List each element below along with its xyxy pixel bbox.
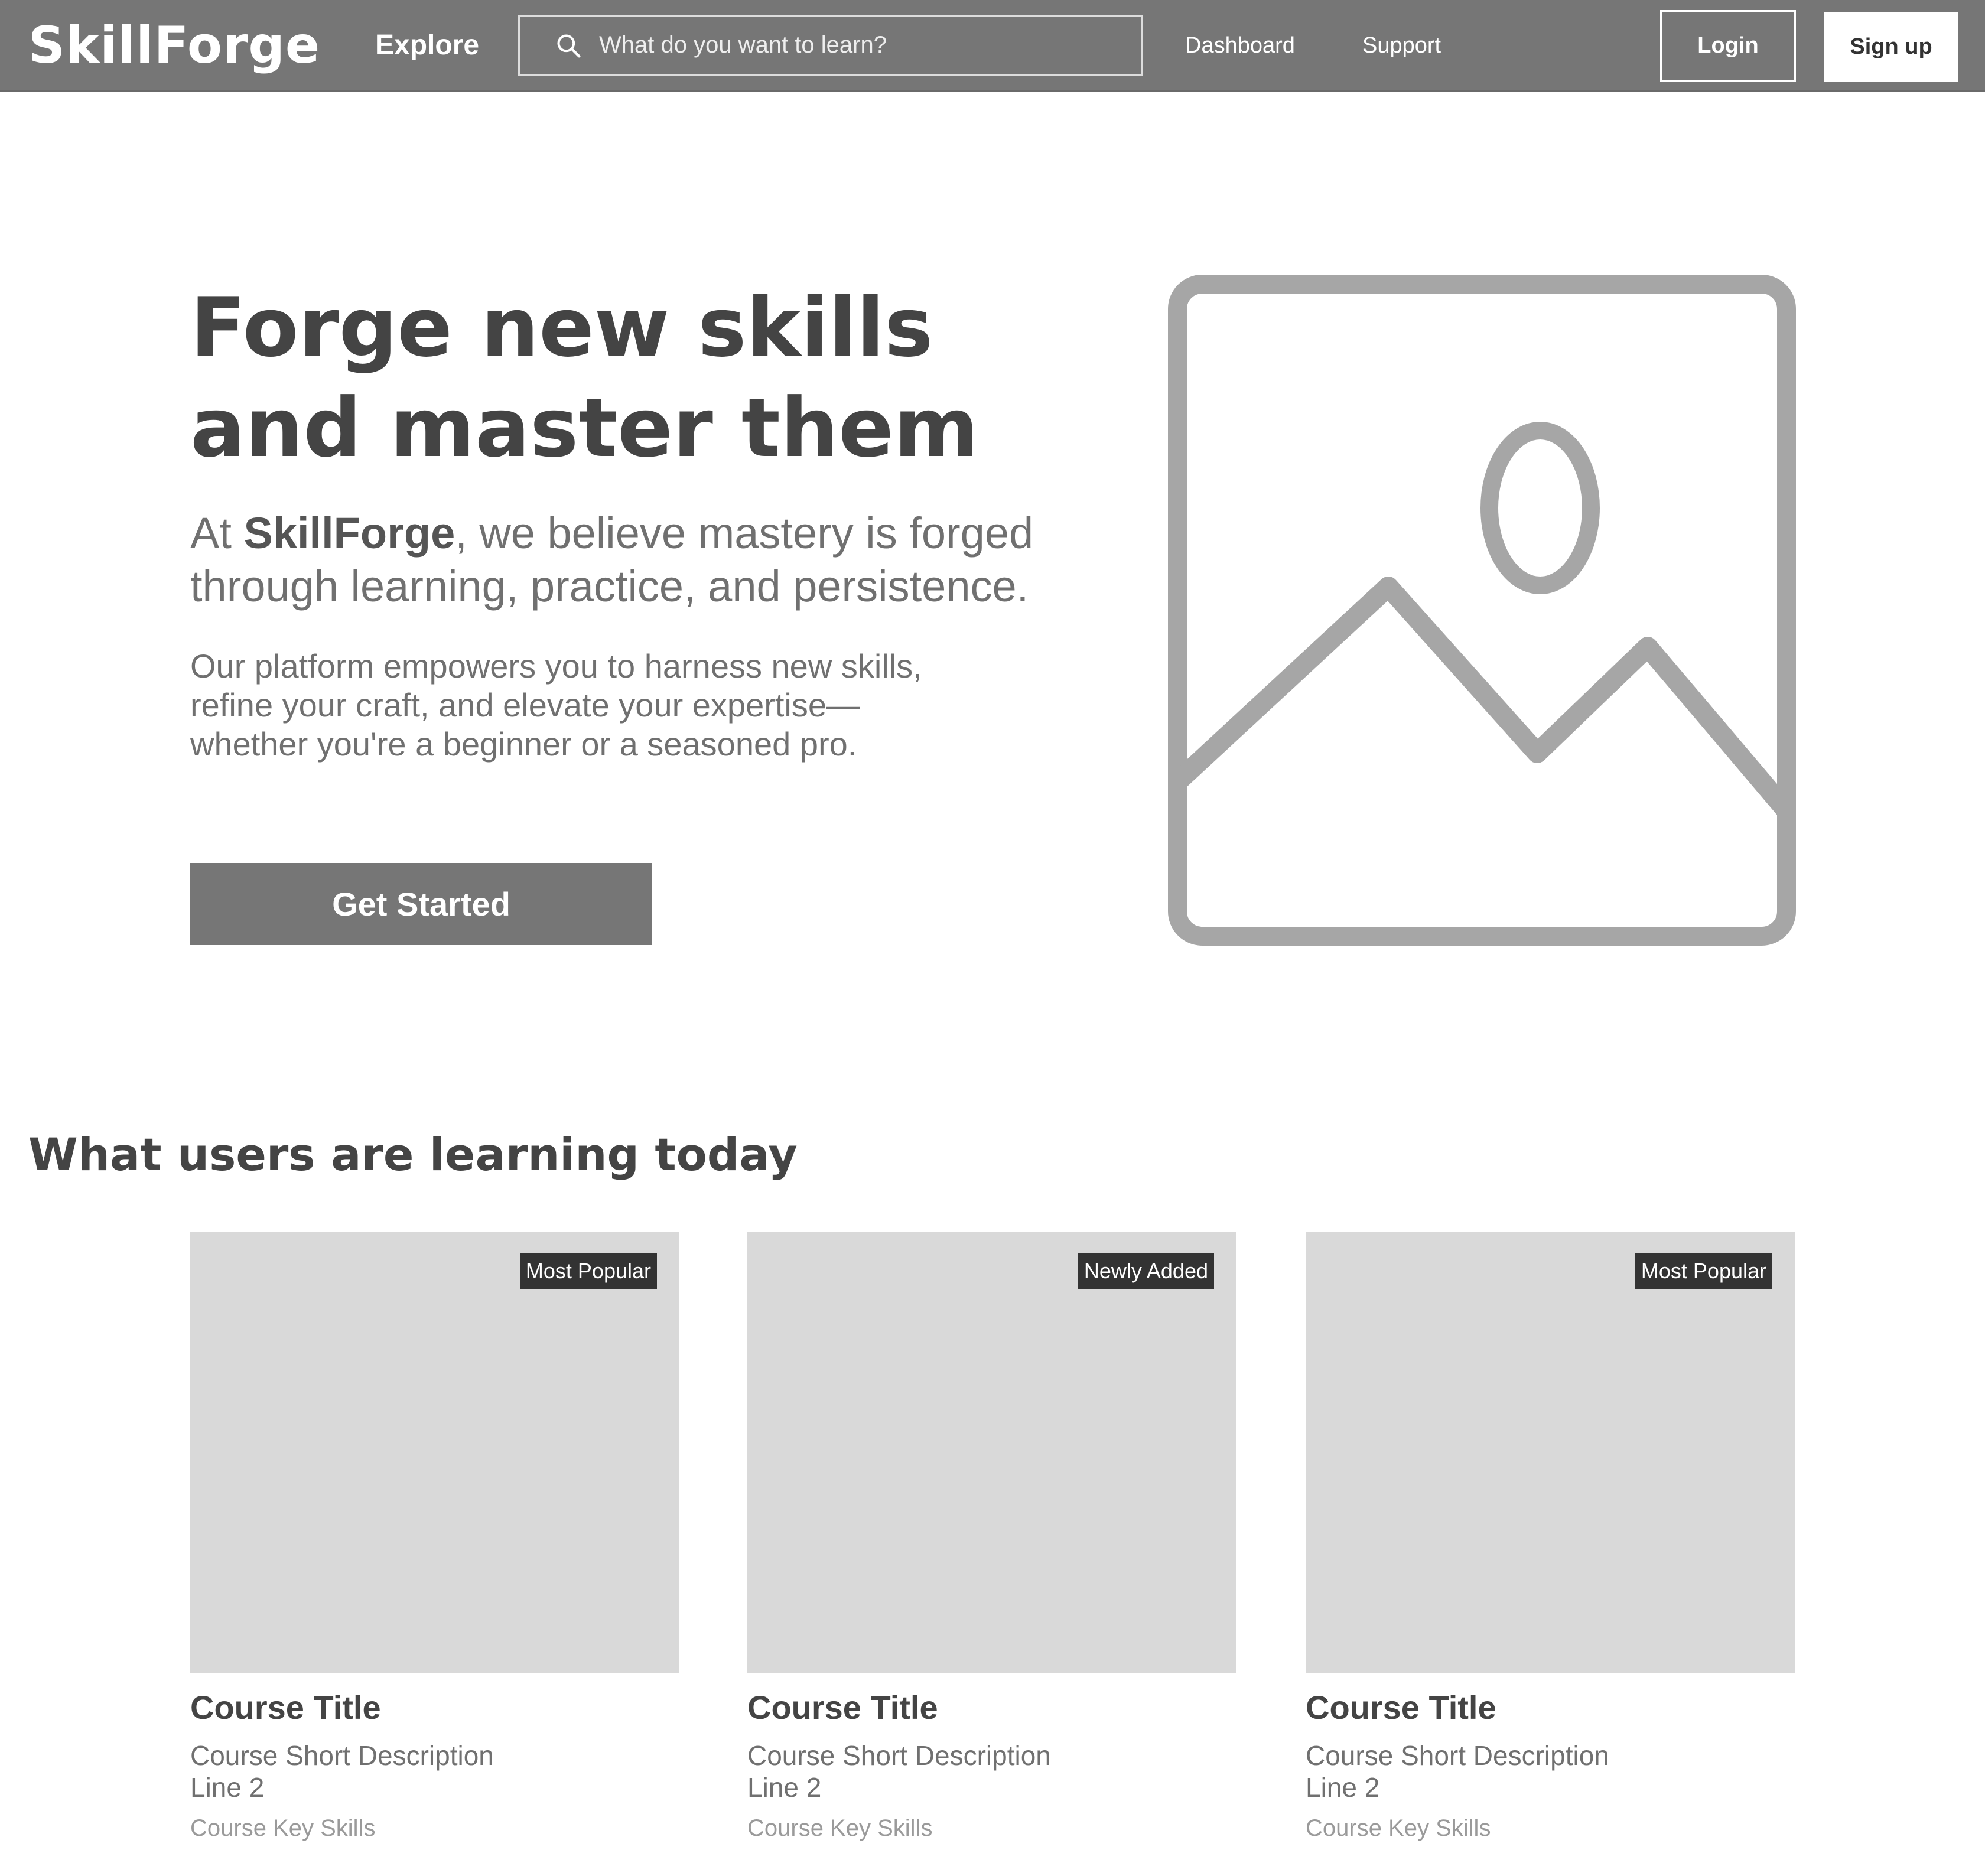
dashboard-link[interactable]: Dashboard <box>1185 24 1295 67</box>
support-link[interactable]: Support <box>1362 24 1441 67</box>
course-card[interactable]: Most Popular Course Title Course Short D… <box>1306 1232 1795 1846</box>
course-description: Course Short Description Line 2 <box>747 1740 1051 1803</box>
course-title[interactable]: Course Title <box>747 1684 1236 1731</box>
course-description: Course Short Description Line 2 <box>190 1740 494 1803</box>
course-card[interactable]: Newly Added Course Title Course Short De… <box>747 1232 1236 1846</box>
hero-lead: At SkillForge, we believe mastery is for… <box>190 507 1135 613</box>
section-title: What users are learning today <box>28 1128 798 1181</box>
top-navbar: SkillForge Explore Dashboard Support Log… <box>0 0 1985 92</box>
hero-description: Our platform empowers you to harness new… <box>190 647 922 763</box>
login-button[interactable]: Login <box>1660 10 1796 82</box>
course-badge: Most Popular <box>1635 1253 1772 1289</box>
course-thumbnail[interactable]: Most Popular <box>190 1232 679 1673</box>
logo[interactable]: SkillForge <box>28 13 320 78</box>
search-input[interactable] <box>598 21 1141 70</box>
course-card[interactable]: Most Popular Course Title Course Short D… <box>190 1232 679 1846</box>
hero-lead-prefix: At <box>190 509 244 558</box>
search-icon <box>557 34 581 58</box>
course-badge: Most Popular <box>519 1253 657 1289</box>
course-skills: Course Key Skills <box>747 1815 933 1841</box>
course-badge: Newly Added <box>1078 1253 1214 1289</box>
hero-title: Forge new skills and master them <box>190 280 979 475</box>
image-placeholder-icon <box>1168 275 1796 946</box>
course-thumbnail[interactable]: Most Popular <box>1306 1232 1795 1673</box>
course-skills: Course Key Skills <box>1306 1815 1491 1841</box>
course-thumbnail[interactable]: Newly Added <box>747 1232 1236 1673</box>
course-title[interactable]: Course Title <box>1306 1684 1795 1731</box>
course-description: Course Short Description Line 2 <box>1306 1740 1609 1803</box>
signup-button[interactable]: Sign up <box>1824 12 1958 82</box>
course-skills: Course Key Skills <box>190 1815 376 1841</box>
get-started-button[interactable]: Get Started <box>190 863 652 945</box>
hero-lead-brand: SkillForge <box>243 509 455 558</box>
course-title[interactable]: Course Title <box>190 1684 679 1731</box>
search-bar[interactable] <box>518 15 1143 76</box>
explore-link[interactable]: Explore <box>375 24 479 67</box>
